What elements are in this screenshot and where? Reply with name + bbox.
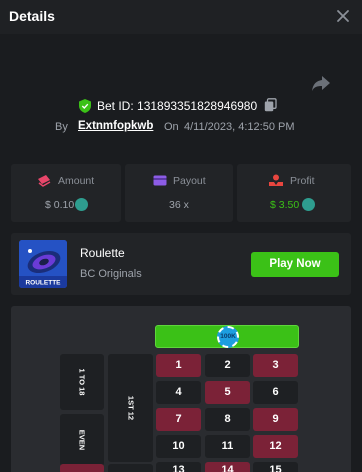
username-link[interactable]: Extnmfopkwb xyxy=(78,120,153,132)
profit-icon xyxy=(269,174,283,186)
profit-stat: Profit $ 3.50 xyxy=(237,164,351,222)
payout-value: 36 x xyxy=(169,199,189,211)
number-cell: 1 xyxy=(156,354,201,377)
amount-value: $ 0.10 xyxy=(45,199,75,211)
modal-title: Details xyxy=(9,8,55,24)
share-icon[interactable] xyxy=(310,73,332,93)
number-cell: 7 xyxy=(156,408,201,431)
number-cell: 4 xyxy=(156,381,201,404)
profit-label: Profit xyxy=(290,175,315,187)
low-bet-label: 1 TO 18 xyxy=(77,368,87,396)
number-cell: 5 xyxy=(205,381,250,404)
bet-author-row: By Extnmfopkwb On 4/11/2023, 4:12:50 PM xyxy=(0,120,362,136)
number-cell: 14 xyxy=(205,462,250,472)
number-cell: 3 xyxy=(253,354,298,377)
number-cell: 15 xyxy=(253,462,298,472)
even-bet-label: EVEN xyxy=(77,429,87,451)
payout-stat: Payout 36 x xyxy=(125,164,233,222)
first-dozen-label: 1ST 12 xyxy=(126,395,135,421)
number-cell: 6 xyxy=(253,381,298,404)
profit-value: $ 3.50 xyxy=(270,199,300,211)
close-icon[interactable] xyxy=(334,7,352,25)
thumbnail-label: ROULETTE xyxy=(25,280,61,287)
coin-icon xyxy=(302,198,315,211)
bet-chip: 100K xyxy=(217,326,239,348)
roulette-wheel-icon: ROULETTE xyxy=(19,240,67,288)
number-cell: 11 xyxy=(205,435,250,458)
first-dozen-cell: 1ST 12 xyxy=(108,354,153,462)
second-dozen-cell xyxy=(108,464,153,472)
number-cell: 13 xyxy=(156,462,201,472)
verified-shield-icon xyxy=(79,99,91,113)
bet-id-row: Bet ID: 131893351828946980 xyxy=(0,98,362,114)
bet-date: 4/11/2023, 4:12:50 PM xyxy=(184,121,295,133)
number-cell: 2 xyxy=(205,354,250,377)
amount-icon xyxy=(38,175,51,187)
game-card: ROULETTE Roulette BC Originals Play Now xyxy=(11,233,351,295)
game-provider: BC Originals xyxy=(80,268,142,280)
even-bet-cell: EVEN xyxy=(60,414,104,466)
bet-id-text: Bet ID: 131893351828946980 xyxy=(97,99,258,113)
amount-label: Amount xyxy=(58,175,95,187)
payout-label: Payout xyxy=(173,175,206,187)
on-label: On xyxy=(164,121,179,133)
roulette-thumbnail[interactable]: ROULETTE xyxy=(19,240,67,288)
play-now-button[interactable]: Play Now xyxy=(251,252,339,277)
low-bet-cell: 1 TO 18 xyxy=(60,354,104,410)
copy-icon[interactable] xyxy=(264,98,277,112)
zero-cell: 100K xyxy=(155,325,299,348)
number-cell: 8 xyxy=(205,408,250,431)
red-bet-cell xyxy=(60,464,104,472)
modal-header: Details xyxy=(0,0,362,34)
roulette-table: 100K 1 TO 18 EVEN 1ST 12 1 2 3 4 5 6 7 8… xyxy=(11,306,351,472)
payout-icon xyxy=(153,175,167,186)
chip-label: 100K xyxy=(220,333,236,340)
number-cell: 10 xyxy=(156,435,201,458)
coin-icon xyxy=(75,198,88,211)
number-cell: 12 xyxy=(253,435,298,458)
game-name: Roulette xyxy=(80,246,125,260)
by-label: By xyxy=(55,121,68,133)
number-cell: 9 xyxy=(253,408,298,431)
amount-stat: Amount $ 0.10 xyxy=(11,164,121,222)
